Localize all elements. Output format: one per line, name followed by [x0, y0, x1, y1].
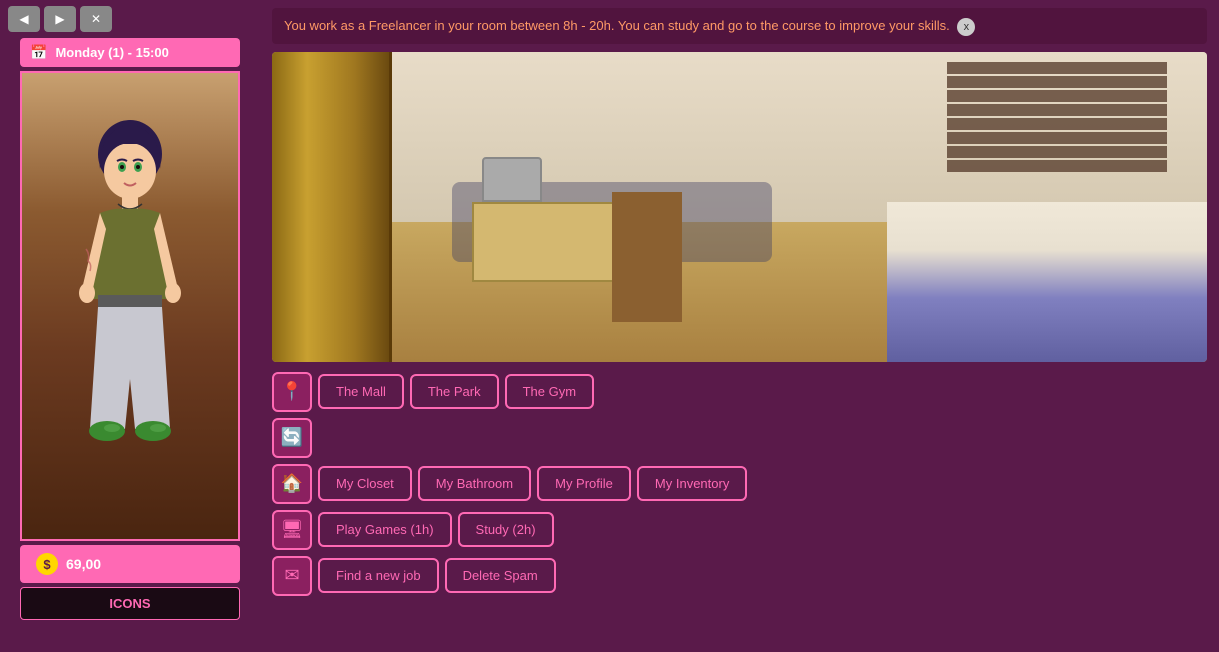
computer-icon: 🖥: [272, 510, 312, 550]
my-profile-button[interactable]: My Profile: [537, 466, 631, 501]
room-laptop: [482, 157, 542, 202]
room-chair: [612, 192, 682, 322]
date-label: Monday (1) - 15:00: [55, 45, 168, 60]
close-banner-button[interactable]: x: [957, 18, 975, 36]
info-banner: You work as a Freelancer in your room be…: [272, 8, 1207, 44]
calendar-icon: 📅: [30, 44, 47, 61]
the-gym-button[interactable]: The Gym: [505, 374, 594, 409]
my-bathroom-button[interactable]: My Bathroom: [418, 466, 531, 501]
play-games-button[interactable]: Play Games (1h): [318, 512, 452, 547]
room-image: [272, 52, 1207, 362]
study-button[interactable]: Study (2h): [458, 512, 554, 547]
room-blinds: [947, 62, 1167, 192]
my-inventory-button[interactable]: My Inventory: [637, 466, 747, 501]
character-avatar: [60, 99, 200, 539]
room-bed: [887, 202, 1207, 362]
forward-button[interactable]: ▶: [44, 6, 76, 32]
blind-slat: [947, 62, 1167, 74]
info-text: You work as a Freelancer in your room be…: [284, 18, 950, 33]
money-bar: $ 69,00: [20, 545, 240, 583]
delete-spam-button[interactable]: Delete Spam: [445, 558, 556, 593]
computer-row: 🖥 Play Games (1h) Study (2h): [272, 510, 1207, 550]
room-wardrobe: [272, 52, 392, 362]
blind-slat: [947, 76, 1167, 88]
blind-slat: [947, 104, 1167, 116]
blind-slat: [947, 146, 1167, 158]
money-amount: 69,00: [66, 556, 101, 572]
the-mall-button[interactable]: The Mall: [318, 374, 404, 409]
currency-icon: $: [36, 553, 58, 575]
back-button[interactable]: ◀: [8, 6, 40, 32]
mail-icon: ✉: [272, 556, 312, 596]
share-icon: 🔄: [272, 418, 312, 458]
transport-row: 🔄: [272, 418, 1207, 458]
location-icon: 📍: [272, 372, 312, 412]
find-job-button[interactable]: Find a new job: [318, 558, 439, 593]
my-closet-button[interactable]: My Closet: [318, 466, 412, 501]
icons-button[interactable]: ICONS: [20, 587, 240, 620]
the-park-button[interactable]: The Park: [410, 374, 499, 409]
home-row: 🏠 My Closet My Bathroom My Profile My In…: [272, 464, 1207, 504]
nav-buttons: ◀ ▶ ✕: [0, 0, 260, 38]
mail-row: ✉ Find a new job Delete Spam: [272, 556, 1207, 596]
character-area: [20, 71, 240, 541]
left-panel: ◀ ▶ ✕ 📅 Monday (1) - 15:00: [0, 0, 260, 652]
date-bar: 📅 Monday (1) - 15:00: [20, 38, 240, 67]
blind-slat: [947, 90, 1167, 102]
home-icon: 🏠: [272, 464, 312, 504]
close-button[interactable]: ✕: [80, 6, 112, 32]
blind-slat: [947, 118, 1167, 130]
location-row: 📍 The Mall The Park The Gym: [272, 372, 1207, 412]
blind-slat: [947, 160, 1167, 172]
right-panel: You work as a Freelancer in your room be…: [260, 0, 1219, 652]
blind-slat: [947, 132, 1167, 144]
